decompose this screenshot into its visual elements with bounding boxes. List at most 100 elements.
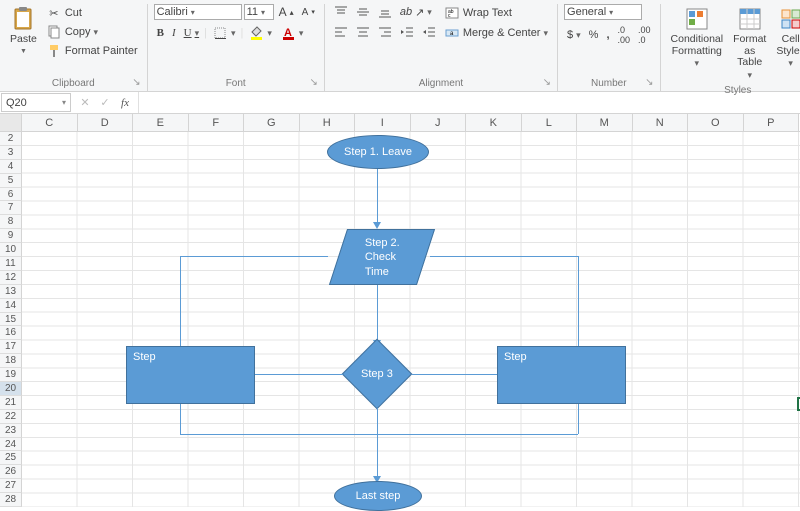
cell-grid[interactable]: Step 1. Leave Step 2. Check Time Step [22,132,800,507]
align-center-button[interactable] [353,24,373,40]
italic-button[interactable]: I [169,26,179,40]
connector [377,169,378,224]
column-header[interactable]: E [133,114,189,131]
copy-button[interactable]: Copy ▾ [43,23,141,41]
row-header[interactable]: 9 [0,229,22,243]
row-header[interactable]: 4 [0,160,22,174]
row-header[interactable]: 8 [0,215,22,229]
cut-label: Cut [65,7,82,19]
align-bottom-button[interactable] [375,4,395,20]
row-header[interactable]: 17 [0,340,22,354]
borders-button[interactable]: ▾ [209,24,239,42]
column-header[interactable]: J [411,114,467,131]
cut-button[interactable]: ✂ Cut [43,4,141,22]
column-header[interactable]: F [189,114,245,131]
align-right-button[interactable] [375,24,395,40]
column-header[interactable]: O [688,114,744,131]
column-headers: CDEFGHIJKLMNOP [0,114,800,132]
font-color-icon: A [280,25,296,41]
comma-format-button[interactable]: , [603,28,612,42]
decrease-indent-button[interactable] [397,24,417,40]
format-painter-button[interactable]: Format Painter [43,42,141,60]
flowchart-process-right[interactable]: Step [497,346,626,404]
row-header[interactable]: 5 [0,174,22,188]
flowchart-process-left[interactable]: Step [126,346,255,404]
row-header[interactable]: 26 [0,465,22,479]
merge-center-button[interactable]: a Merge & Center ▾ [441,24,551,42]
row-header[interactable]: 13 [0,285,22,299]
row-header[interactable]: 14 [0,299,22,313]
row-header[interactable]: 24 [0,438,22,452]
bold-button[interactable]: B [154,26,167,40]
column-header[interactable]: L [522,114,578,131]
enter-formula-button[interactable]: ✓ [98,96,112,110]
dialog-launcher-icon[interactable]: ↘ [543,77,551,88]
row-header[interactable]: 6 [0,188,22,202]
row-header[interactable]: 7 [0,201,22,215]
paste-button[interactable]: Paste ▼ [6,4,41,57]
row-header[interactable]: 10 [0,243,22,257]
fill-color-button[interactable]: ▾ [245,24,275,42]
connector [412,374,497,375]
column-header[interactable]: C [22,114,78,131]
ribbon: Paste ▼ ✂ Cut Copy ▾ Format Painter [0,0,800,92]
align-top-button[interactable] [331,4,351,20]
row-header[interactable]: 2 [0,132,22,146]
font-name-select[interactable]: Calibri▾ [154,4,242,20]
underline-button[interactable]: U▾ [181,26,202,40]
increase-font-button[interactable]: A▴ [276,4,297,20]
font-size-select[interactable]: 11▾ [244,4,274,20]
percent-format-button[interactable]: % [586,28,602,42]
row-header[interactable]: 28 [0,493,22,507]
wrap-text-button[interactable]: abc Wrap Text [441,4,551,22]
align-left-button[interactable] [331,24,351,40]
column-header[interactable]: N [633,114,689,131]
column-header[interactable]: K [466,114,522,131]
row-header[interactable]: 3 [0,146,22,160]
align-middle-button[interactable] [353,4,373,20]
orientation-button[interactable]: ab↗▾ [397,5,435,20]
column-header[interactable]: M [577,114,633,131]
cancel-formula-button[interactable]: ✕ [78,96,92,110]
flowchart-terminator-start[interactable]: Step 1. Leave [327,135,429,169]
flowchart-io[interactable]: Step 2. Check Time [329,229,435,285]
row-header[interactable]: 19 [0,368,22,382]
font-color-button[interactable]: A▾ [277,24,307,42]
accounting-format-button[interactable]: $▾ [564,28,584,42]
column-header[interactable]: G [244,114,300,131]
row-header[interactable]: 11 [0,257,22,271]
row-header[interactable]: 16 [0,326,22,340]
dialog-launcher-icon[interactable]: ↘ [645,77,653,88]
row-header[interactable]: 27 [0,479,22,493]
increase-indent-button[interactable] [419,24,439,40]
conditional-formatting-button[interactable]: Conditional Formatting▾ [667,4,728,71]
dialog-launcher-icon[interactable]: ↘ [309,77,317,88]
format-as-table-button[interactable]: Format as Table▾ [729,4,770,83]
increase-decimal-button[interactable]: .0.00 [615,24,634,46]
row-header[interactable]: 22 [0,410,22,424]
decrease-decimal-button[interactable]: .00.0 [635,24,654,46]
column-header[interactable]: I [355,114,411,131]
row-header[interactable]: 12 [0,271,22,285]
row-header[interactable]: 15 [0,313,22,327]
chevron-down-icon: ▾ [94,27,99,38]
row-header[interactable]: 25 [0,451,22,465]
decrease-font-button[interactable]: A▾ [299,6,318,19]
number-format-select[interactable]: General▾ [564,4,642,20]
group-styles: Conditional Formatting▾ Format as Table▾… [661,4,800,91]
column-header[interactable]: H [300,114,356,131]
name-box[interactable]: Q20▾ [1,93,71,112]
row-header[interactable]: 20 [0,382,22,396]
flowchart-decision[interactable]: Step 3 [342,339,413,410]
row-header[interactable]: 21 [0,396,22,410]
column-header[interactable]: D [78,114,134,131]
dialog-launcher-icon[interactable]: ↘ [132,77,140,88]
column-header[interactable]: P [744,114,800,131]
wrap-icon: abc [444,5,460,21]
cell-styles-button[interactable]: Cell Styles▾ [772,4,800,71]
row-header[interactable]: 23 [0,424,22,438]
bucket-icon [248,25,264,41]
insert-function-button[interactable]: fx [118,97,132,109]
select-all-button[interactable] [0,114,22,131]
row-header[interactable]: 18 [0,354,22,368]
